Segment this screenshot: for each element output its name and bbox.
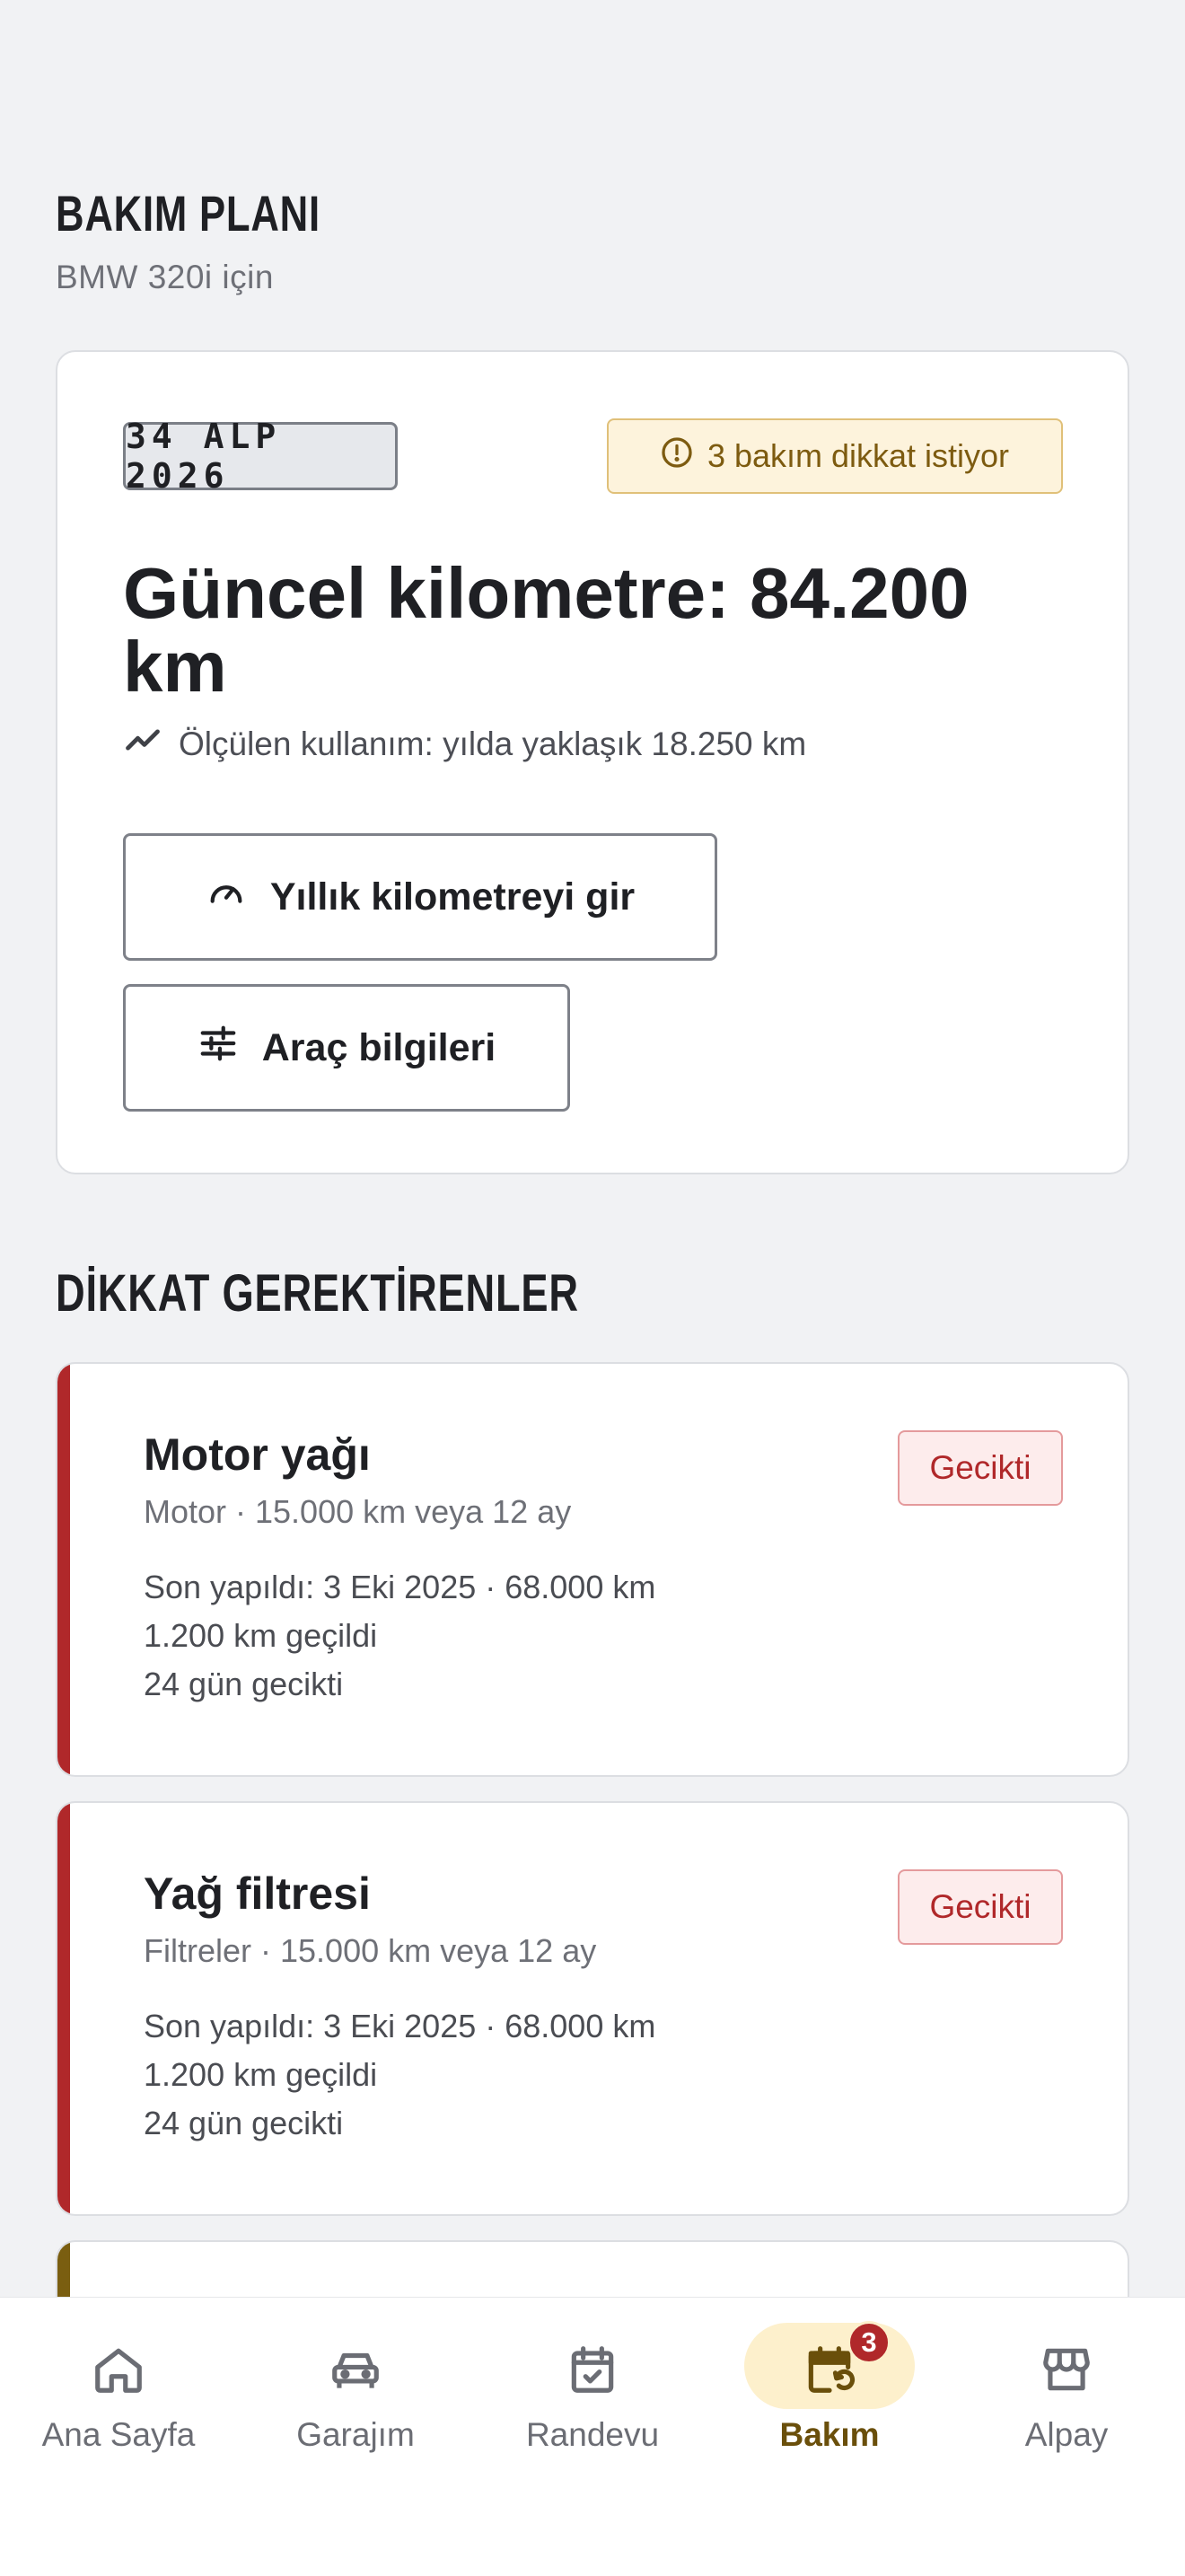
overdue-stripe <box>57 1364 70 1775</box>
nav-item-alpay[interactable]: Alpay <box>948 2298 1185 2513</box>
nav-label: Ana Sayfa <box>41 2416 196 2453</box>
task-card-oil-filter[interactable]: Yağ filtresi Filtreler · 15.000 km veya … <box>56 1801 1129 2216</box>
task-day-status: 24 gün gecikti <box>144 1666 344 1702</box>
vehicle-info-button[interactable]: Araç bilgileri <box>123 984 570 1112</box>
overdue-stripe <box>57 1803 70 2214</box>
task-km-status: 1.200 km geçildi <box>144 1617 378 1654</box>
status-badge: Gecikti <box>898 1430 1063 1506</box>
task-last-done: Son yapıldı: 3 Eki 2025 · 68.000 km <box>144 1569 656 1605</box>
usage-row: Ölçülen kullanım: yılda yaklaşık 18.250 … <box>123 720 806 768</box>
nav-item-home[interactable]: Ana Sayfa <box>0 2298 237 2513</box>
task-meta: Motor · 15.000 km veya 12 ay <box>144 1493 572 1530</box>
bottom-navigation: Ana Sayfa Garajım Randevu 3 Bakım Alpay <box>0 2297 1185 2576</box>
task-card-motor-oil[interactable]: Motor yağı Motor · 15.000 km veya 12 ay … <box>56 1362 1129 1777</box>
attention-alert-badge: 3 bakım dikkat istiyor <box>607 418 1063 494</box>
odometer-title: Güncel kilometre: 84.200 km <box>123 553 970 707</box>
task-last-done: Son yapıldı: 3 Eki 2025 · 68.000 km <box>144 2008 656 2044</box>
page-subtitle: BMW 320i için <box>56 259 274 295</box>
sliders-icon <box>198 1023 239 1074</box>
task-day-status: 24 gün gecikti <box>144 2105 344 2141</box>
enter-annual-km-label: Yıllık kilometreyi gir <box>269 875 636 919</box>
car-icon <box>320 2334 391 2405</box>
task-meta: Filtreler · 15.000 km veya 12 ay <box>144 1932 597 1969</box>
license-plate: 34 ALP 2026 <box>123 417 398 496</box>
status-badge: Gecikti <box>898 1869 1063 1945</box>
nav-label: Garajım <box>296 2416 415 2453</box>
task-title: Yağ filtresi <box>144 1868 371 1919</box>
maintenance-count-badge: 3 <box>847 2321 891 2364</box>
alert-circle-icon <box>661 436 693 477</box>
nav-item-maintenance[interactable]: 3 Bakım <box>711 2298 948 2513</box>
nav-label: Randevu <box>525 2416 660 2453</box>
task-title: Motor yağı <box>144 1429 371 1480</box>
enter-annual-km-button[interactable]: Yıllık kilometreyi gir <box>123 833 717 961</box>
store-icon <box>1031 2334 1102 2405</box>
nav-label: Alpay <box>1024 2416 1109 2453</box>
nav-item-appointment[interactable]: Randevu <box>474 2298 711 2513</box>
speedometer-icon <box>206 872 247 923</box>
attention-section-title: DİKKAT GEREKTİRENLER <box>56 1264 579 1323</box>
home-icon <box>83 2334 154 2405</box>
trend-icon <box>123 720 162 768</box>
task-km-status: 1.200 km geçildi <box>144 2056 378 2093</box>
nav-label: Bakım <box>779 2416 880 2453</box>
calendar-check-icon <box>557 2334 628 2405</box>
usage-text: Ölçülen kullanım: yılda yaklaşık 18.250 … <box>179 725 807 762</box>
page-title: BAKIM PLANI <box>56 185 320 242</box>
vehicle-info-label: Araç bilgileri <box>261 1025 496 1069</box>
nav-item-garage[interactable]: Garajım <box>237 2298 474 2513</box>
vehicle-card: 34 ALP 2026 3 bakım dikkat istiyor Günce… <box>56 350 1129 1174</box>
alert-text: 3 bakım dikkat istiyor <box>707 437 1010 474</box>
